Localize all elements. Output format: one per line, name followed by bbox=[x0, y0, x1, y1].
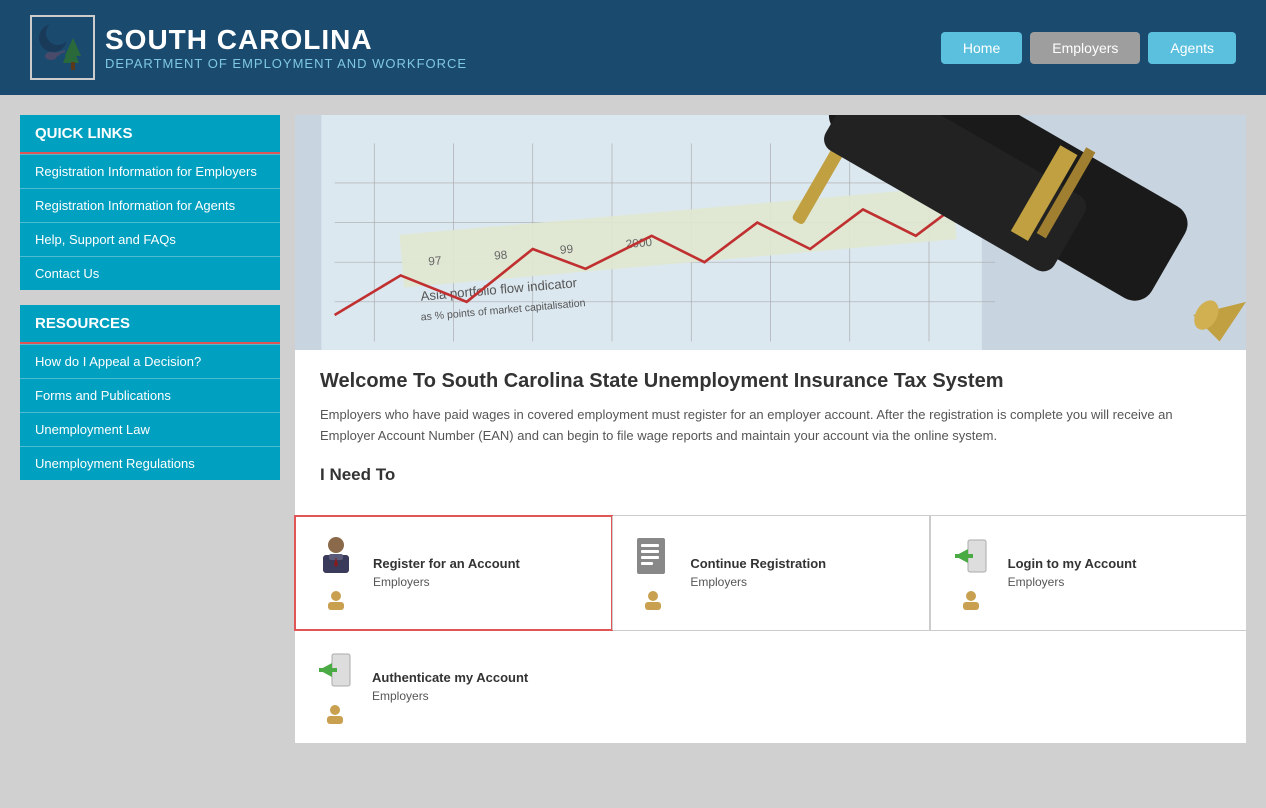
sidebar-item-reg-agents[interactable]: Registration Information for Agents bbox=[20, 188, 280, 222]
continue-icon-group bbox=[628, 535, 678, 611]
sidebar-item-help[interactable]: Help, Support and FAQs bbox=[20, 222, 280, 256]
login-icon-group bbox=[946, 535, 996, 611]
login-text: Login to my Account Employers bbox=[1008, 556, 1137, 589]
sidebar: QUICK LINKS Registration Information for… bbox=[20, 115, 280, 743]
content-area: 97 98 99 2000 Asia portfolio flow indica… bbox=[295, 115, 1246, 743]
register-account-text: Register for an Account Employers bbox=[373, 556, 520, 589]
sidebar-item-regulations[interactable]: Unemployment Regulations bbox=[20, 446, 280, 480]
login-sub: Employers bbox=[1008, 575, 1137, 589]
authenticate-title: Authenticate my Account bbox=[372, 670, 528, 685]
authenticate-sub-label: Employers bbox=[372, 689, 429, 703]
login-sub-label: Employers bbox=[1008, 575, 1065, 589]
quick-links-list: Registration Information for Employers R… bbox=[20, 154, 280, 290]
header: SOUTH CAROLINA DEPARTMENT OF EMPLOYMENT … bbox=[0, 0, 1266, 95]
sidebar-item-appeal[interactable]: How do I Appeal a Decision? bbox=[20, 344, 280, 378]
main-content: QUICK LINKS Registration Information for… bbox=[0, 95, 1266, 763]
logo-text: SOUTH CAROLINA DEPARTMENT OF EMPLOYMENT … bbox=[105, 24, 467, 71]
page-wrapper: SOUTH CAROLINA DEPARTMENT OF EMPLOYMENT … bbox=[0, 0, 1266, 808]
authenticate-icon-group bbox=[310, 649, 360, 725]
quick-links-header: QUICK LINKS bbox=[20, 115, 280, 154]
action-cards-row2[interactable]: Authenticate my Account Employers bbox=[295, 630, 1246, 743]
sidebar-item-contact[interactable]: Contact Us bbox=[20, 256, 280, 290]
welcome-title: Welcome To South Carolina State Unemploy… bbox=[320, 370, 1221, 393]
authenticate-text: Authenticate my Account Employers bbox=[372, 670, 528, 703]
welcome-section: Welcome To South Carolina State Unemploy… bbox=[295, 350, 1246, 515]
logo-box bbox=[30, 15, 95, 80]
sidebar-item-law[interactable]: Unemployment Law bbox=[20, 412, 280, 446]
continue-registration-card[interactable]: Continue Registration Employers bbox=[613, 516, 929, 630]
logo-title: SOUTH CAROLINA bbox=[105, 24, 467, 56]
continue-reg-title: Continue Registration bbox=[690, 556, 826, 571]
register-account-title: Register for an Account bbox=[373, 556, 520, 571]
continue-sub-label: Employers bbox=[690, 575, 747, 589]
resources-section: RESOURCES How do I Appeal a Decision? Fo… bbox=[20, 305, 280, 480]
register-sub-label: Employers bbox=[373, 575, 430, 589]
login-title: Login to my Account bbox=[1008, 556, 1137, 571]
register-account-card[interactable]: Register for an Account Employers bbox=[294, 515, 613, 631]
sidebar-item-reg-employers[interactable]: Registration Information for Employers bbox=[20, 154, 280, 188]
logo-subtitle: DEPARTMENT OF EMPLOYMENT AND WORKFORCE bbox=[105, 56, 467, 71]
register-account-sub: Employers bbox=[373, 575, 520, 589]
home-button[interactable]: Home bbox=[941, 32, 1022, 64]
svg-text:99: 99 bbox=[559, 242, 574, 257]
welcome-text: Employers who have paid wages in covered… bbox=[320, 405, 1221, 447]
action-cards-row1: Register for an Account Employers bbox=[295, 515, 1246, 630]
hero-image: 97 98 99 2000 Asia portfolio flow indica… bbox=[295, 115, 1246, 350]
authenticate-sub: Employers bbox=[372, 689, 528, 703]
employers-nav-button[interactable]: Employers bbox=[1030, 32, 1140, 64]
login-account-card[interactable]: Login to my Account Employers bbox=[931, 516, 1246, 630]
resources-list: How do I Appeal a Decision? Forms and Pu… bbox=[20, 344, 280, 480]
i-need-title: I Need To bbox=[320, 465, 1221, 485]
continue-reg-sub: Employers bbox=[690, 575, 826, 589]
resources-header: RESOURCES bbox=[20, 305, 280, 344]
svg-text:97: 97 bbox=[428, 253, 442, 268]
nav-buttons: Home Employers Agents bbox=[941, 32, 1236, 64]
continue-reg-text: Continue Registration Employers bbox=[690, 556, 826, 589]
register-icon-group bbox=[311, 535, 361, 611]
svg-text:98: 98 bbox=[493, 248, 508, 263]
sidebar-item-forms[interactable]: Forms and Publications bbox=[20, 378, 280, 412]
agents-button[interactable]: Agents bbox=[1148, 32, 1236, 64]
logo-area: SOUTH CAROLINA DEPARTMENT OF EMPLOYMENT … bbox=[30, 15, 467, 80]
quick-links-section: QUICK LINKS Registration Information for… bbox=[20, 115, 280, 290]
